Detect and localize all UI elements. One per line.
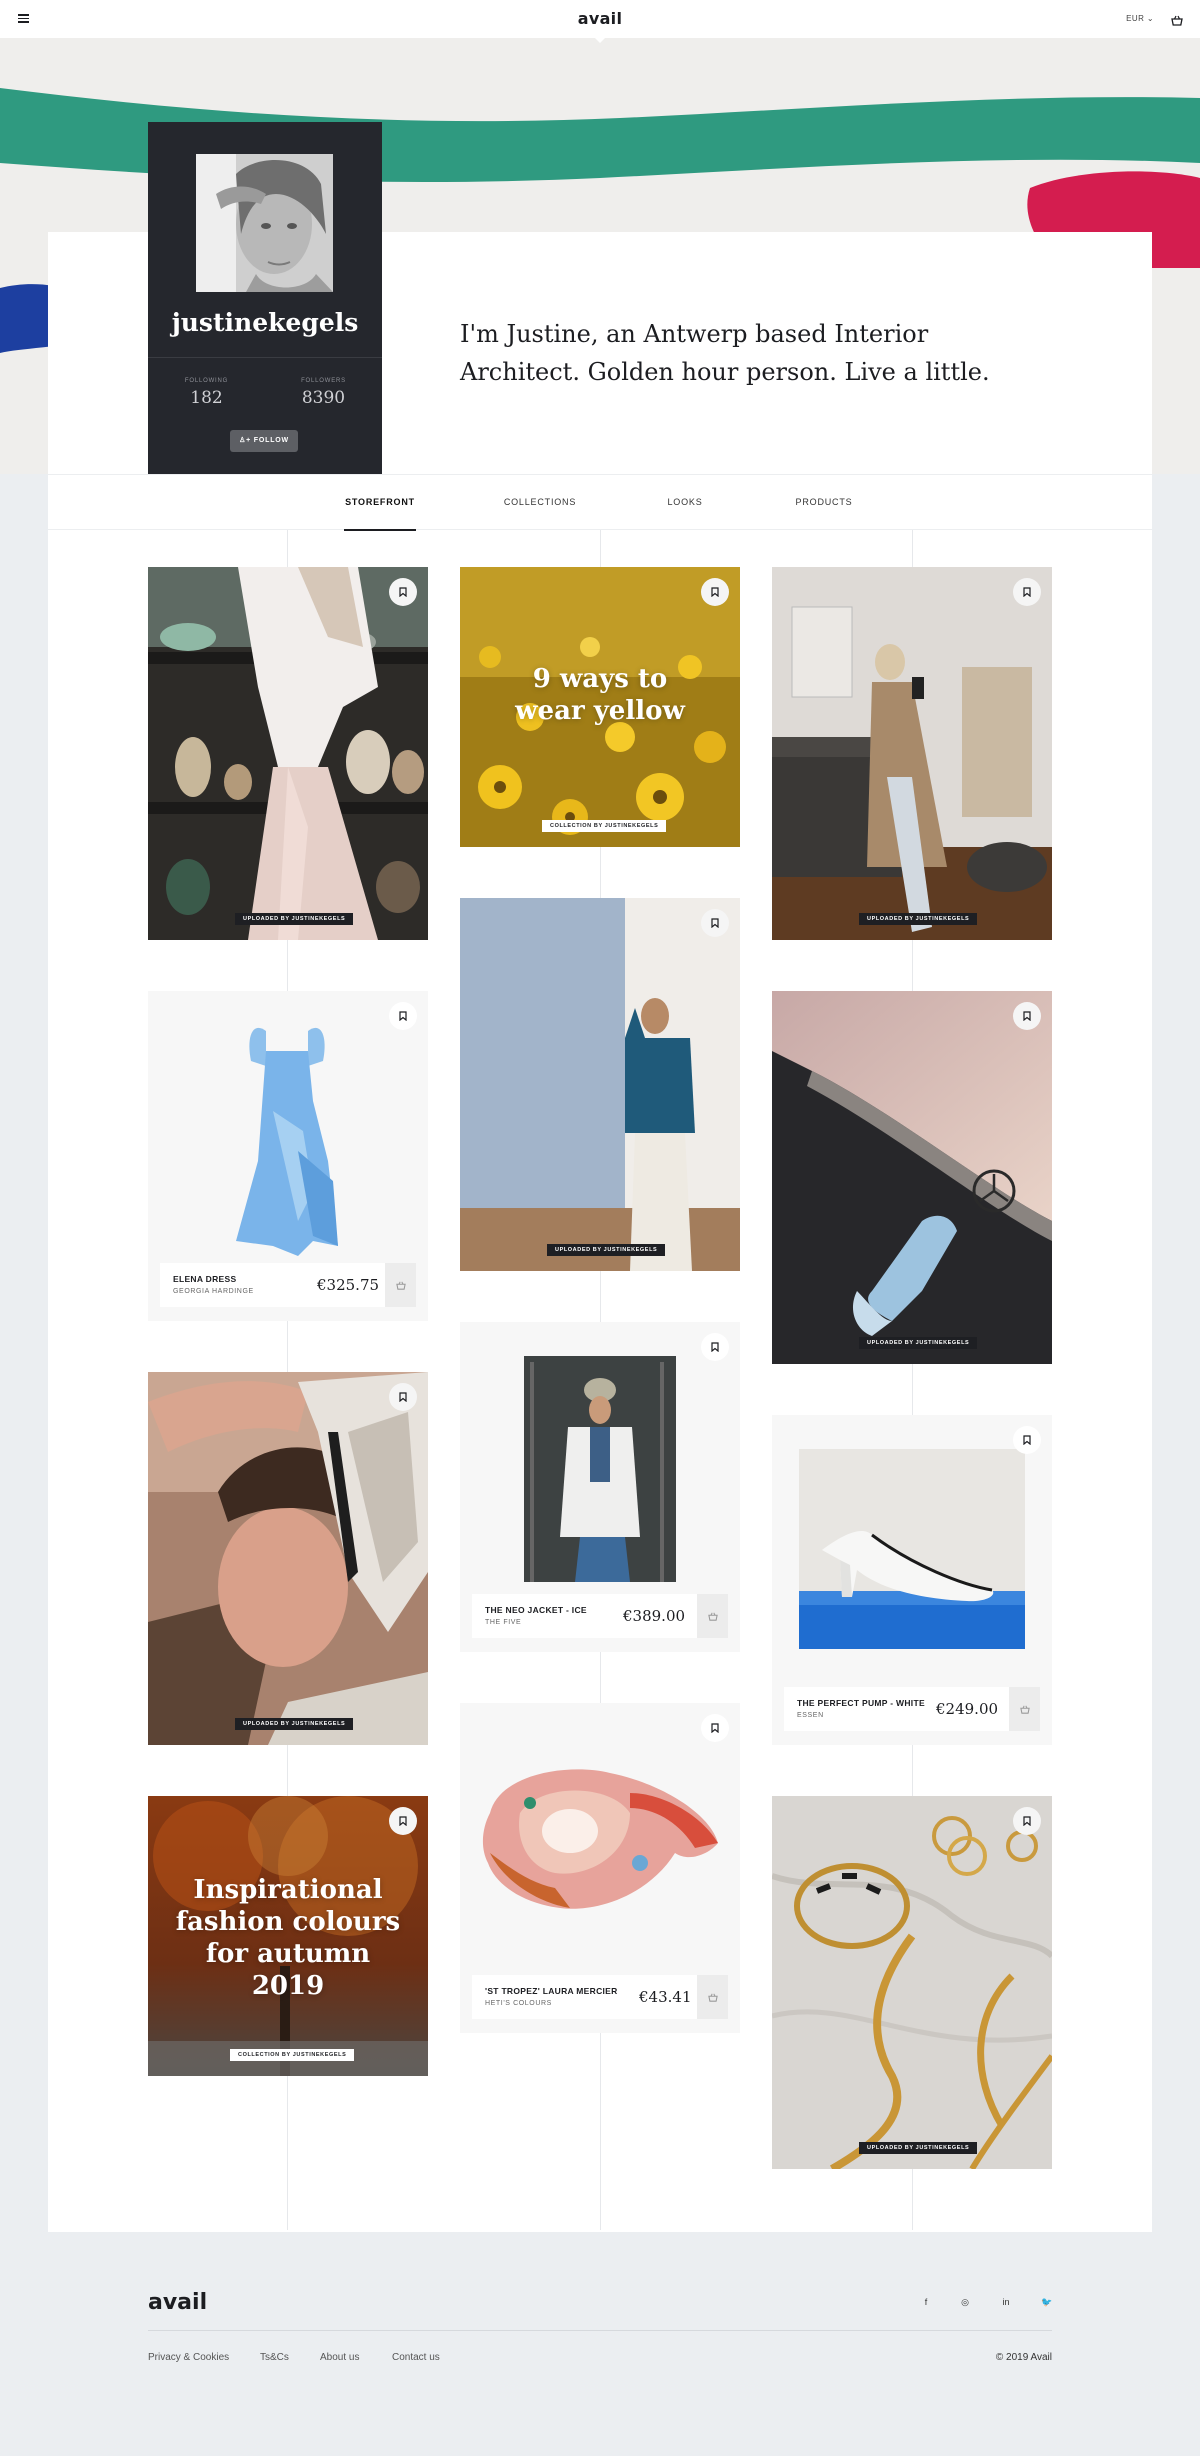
twitter-icon[interactable]: 🐦 xyxy=(1040,2295,1054,2309)
look-card[interactable]: UPLOADED BY JUSTINEKEGELS xyxy=(148,1372,428,1745)
product-price: €249.00 xyxy=(936,1700,999,1718)
product-info-bar: 'ST TROPEZ' LAURA MERCIER HETI'S COLOURS… xyxy=(472,1975,728,2019)
follow-button[interactable]: ♙+ FOLLOW xyxy=(230,430,298,452)
tab-storefront[interactable]: STOREFRONT xyxy=(344,475,416,531)
uploaded-badge: UPLOADED BY JUSTINEKEGELS xyxy=(859,2142,978,2154)
terms-link[interactable]: Ts&Cs xyxy=(260,2352,289,2363)
product-brand: HETI'S COLOURS xyxy=(485,2000,552,2007)
bookmark-icon[interactable] xyxy=(389,1383,417,1411)
footer-logo[interactable]: avail xyxy=(148,2290,207,2315)
following-stat[interactable]: FOLLOWING 182 xyxy=(148,378,265,408)
avatar xyxy=(196,154,333,292)
footer-divider xyxy=(148,2330,1052,2331)
bookmark-icon[interactable] xyxy=(389,1002,417,1030)
product-card[interactable]: THE PERFECT PUMP - WHITE ESSEN €249.00 xyxy=(772,1415,1052,1745)
instagram-icon[interactable]: ◎ xyxy=(958,2295,972,2309)
uploaded-badge: UPLOADED BY JUSTINEKEGELS xyxy=(235,913,354,925)
uploaded-badge: UPLOADED BY JUSTINEKEGELS xyxy=(859,913,978,925)
bookmark-icon[interactable] xyxy=(701,1333,729,1361)
bookmark-icon[interactable] xyxy=(1013,1807,1041,1835)
following-count: 182 xyxy=(190,388,223,408)
product-name: THE PERFECT PUMP - WHITE xyxy=(797,1698,925,1708)
product-price: €325.75 xyxy=(317,1276,380,1294)
collection-title: 9 ways to wear yellow xyxy=(515,664,685,726)
profile-divider xyxy=(148,357,382,358)
collection-title: Inspirational fashion colours for autumn… xyxy=(175,1875,401,2001)
product-brand: ESSEN xyxy=(797,1712,824,1719)
bookmark-icon[interactable] xyxy=(1013,1002,1041,1030)
following-label: FOLLOWING xyxy=(184,378,229,384)
tab-collections[interactable]: COLLECTIONS xyxy=(500,475,580,530)
bookmark-icon[interactable] xyxy=(1013,578,1041,606)
look-card[interactable]: UPLOADED BY JUSTINEKEGELS xyxy=(772,1796,1052,2169)
collection-badge: COLLECTION BY JUSTINEKEGELS xyxy=(542,820,667,832)
product-info-bar: THE NEO JACKET - ICE THE FIVE €389.00 xyxy=(472,1594,728,1638)
currency-selector[interactable]: EUR ⌄ xyxy=(1126,14,1154,23)
tab-looks[interactable]: LOOKS xyxy=(662,475,708,530)
tab-products[interactable]: PRODUCTS xyxy=(792,475,856,530)
look-card[interactable]: UPLOADED BY JUSTINEKEGELS xyxy=(772,567,1052,940)
profile-bio: I'm Justine, an Antwerp based Interior A… xyxy=(460,320,990,386)
contact-link[interactable]: Contact us xyxy=(392,2352,440,2363)
bookmark-icon[interactable] xyxy=(1013,1426,1041,1454)
product-name: THE NEO JACKET - ICE xyxy=(485,1605,587,1615)
add-to-basket-button[interactable] xyxy=(697,1594,728,1638)
storefront-tabs: STOREFRONT COLLECTIONS LOOKS PRODUCTS xyxy=(48,474,1152,531)
product-price: €43.41 xyxy=(639,1988,692,2006)
uploaded-badge: UPLOADED BY JUSTINEKEGELS xyxy=(859,1337,978,1349)
about-link[interactable]: About us xyxy=(320,2352,359,2363)
top-bar: avail EUR ⌄ xyxy=(0,0,1200,38)
uploaded-badge: UPLOADED BY JUSTINEKEGELS xyxy=(235,1718,354,1730)
add-to-basket-button[interactable] xyxy=(1009,1687,1040,1731)
basket-icon[interactable] xyxy=(1171,13,1183,31)
followers-stat[interactable]: FOLLOWERS 8390 xyxy=(265,378,382,408)
bookmark-icon[interactable] xyxy=(389,1807,417,1835)
product-info-bar: ELENA DRESS GEORGIA HARDINGE €325.75 xyxy=(160,1263,416,1307)
bookmark-icon[interactable] xyxy=(701,578,729,606)
followers-count: 8390 xyxy=(301,388,346,408)
product-name: 'ST TROPEZ' LAURA MERCIER xyxy=(485,1986,618,1996)
privacy-link[interactable]: Privacy & Cookies xyxy=(148,2352,229,2363)
product-brand: GEORGIA HARDINGE xyxy=(173,1288,254,1295)
collection-badge: COLLECTION BY JUSTINEKEGELS xyxy=(230,2049,355,2061)
bookmark-icon[interactable] xyxy=(389,578,417,606)
profile-card: justinekegels FOLLOWING 182 FOLLOWERS 83… xyxy=(148,122,382,474)
add-to-basket-button[interactable] xyxy=(697,1975,728,2019)
linkedin-icon[interactable]: in xyxy=(999,2295,1013,2309)
logo-notch xyxy=(594,37,606,43)
look-card[interactable]: UPLOADED BY JUSTINEKEGELS xyxy=(148,567,428,940)
site-logo[interactable]: avail xyxy=(0,9,1200,28)
bookmark-icon[interactable] xyxy=(701,909,729,937)
uploaded-badge: UPLOADED BY JUSTINEKEGELS xyxy=(547,1244,666,1256)
product-price: €389.00 xyxy=(623,1607,686,1625)
chevron-down-icon: ⌄ xyxy=(1146,14,1154,23)
product-card[interactable]: 'ST TROPEZ' LAURA MERCIER HETI'S COLOURS… xyxy=(460,1703,740,2033)
copyright-text: © 2019 Avail xyxy=(995,2352,1052,2363)
followers-label: FOLLOWERS xyxy=(301,378,346,384)
product-card[interactable]: THE NEO JACKET - ICE THE FIVE €389.00 xyxy=(460,1322,740,1652)
collection-card[interactable]: 9 ways to wear yellow COLLECTION BY JUST… xyxy=(460,567,740,847)
look-card[interactable]: UPLOADED BY JUSTINEKEGELS xyxy=(772,991,1052,1364)
add-user-icon: ♙+ xyxy=(239,437,252,444)
bookmark-icon[interactable] xyxy=(701,1714,729,1742)
collection-card[interactable]: Inspirational fashion colours for autumn… xyxy=(148,1796,428,2076)
profile-username: justinekegels xyxy=(171,308,359,337)
add-to-basket-button[interactable] xyxy=(385,1263,416,1307)
product-brand: THE FIVE xyxy=(485,1619,522,1626)
product-name: ELENA DRESS xyxy=(173,1274,237,1284)
product-info-bar: THE PERFECT PUMP - WHITE ESSEN €249.00 xyxy=(784,1687,1040,1731)
look-card[interactable]: UPLOADED BY JUSTINEKEGELS xyxy=(460,898,740,1271)
product-card[interactable]: ELENA DRESS GEORGIA HARDINGE €325.75 xyxy=(148,991,428,1321)
facebook-icon[interactable]: f xyxy=(919,2295,933,2309)
